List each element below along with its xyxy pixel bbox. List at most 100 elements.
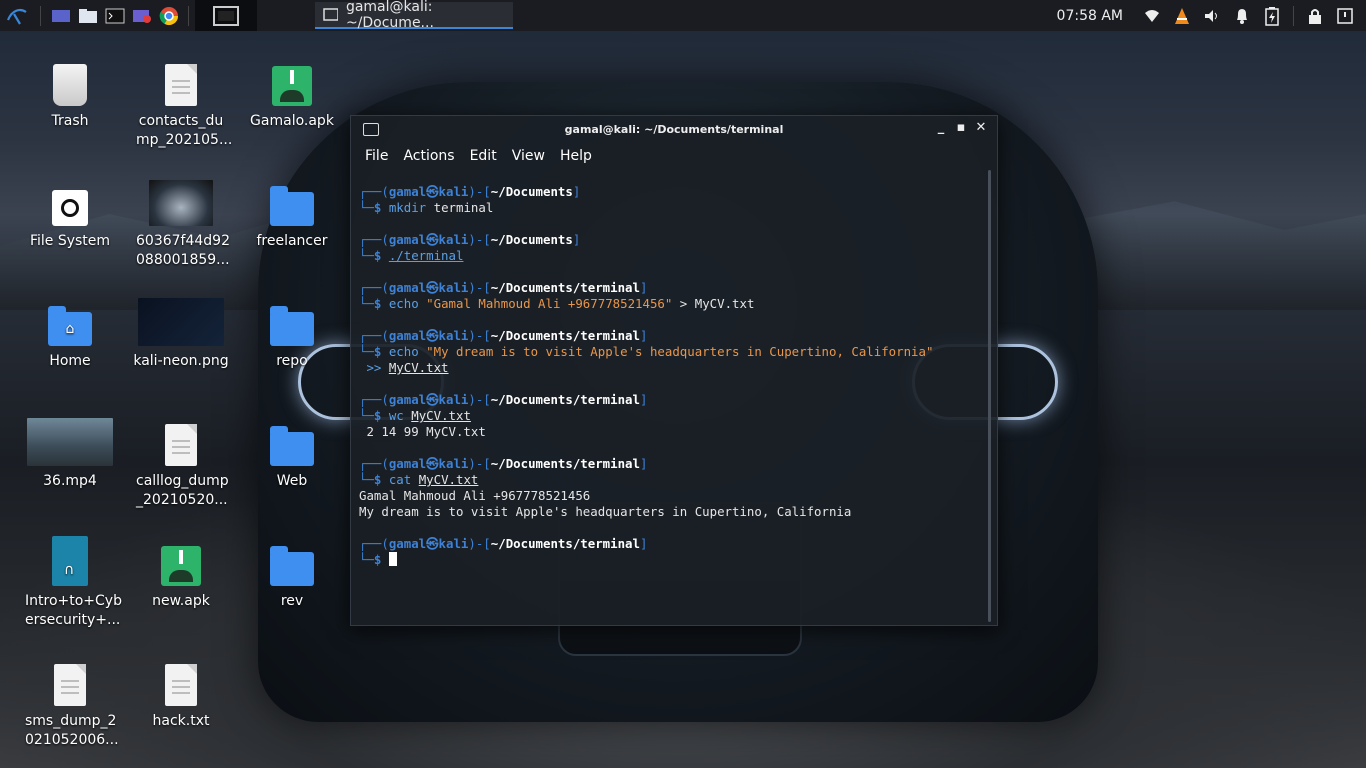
- command-args: terminal: [426, 200, 494, 215]
- bell-icon[interactable]: [1227, 0, 1257, 31]
- terminal-output[interactable]: ┌──(gamal㉿kali)-[~/Documents] └─$ mkdir t…: [359, 184, 983, 584]
- prompt-bracket: ]: [639, 536, 648, 551]
- prompt-host: kali: [438, 232, 469, 247]
- desktop-icon-freelancer[interactable]: freelancer: [237, 172, 347, 251]
- prompt-dollar: $: [373, 472, 389, 487]
- trash-icon: [15, 52, 125, 106]
- folder-icon: [237, 292, 347, 346]
- apk-icon: [237, 52, 347, 106]
- desktop-icon-label: File System: [29, 233, 111, 249]
- command-output: Gamal Mahmoud Ali +967778521456: [359, 488, 591, 503]
- desktop-icon-label: 60367f44d92 088001859...: [136, 233, 230, 268]
- file-manager-icon[interactable]: [74, 0, 101, 31]
- prompt-path: ~/Documents/terminal: [490, 328, 640, 343]
- desktop-icon-label: 36.mp4: [43, 473, 97, 489]
- ebook-icon: ∩: [15, 532, 125, 586]
- prompt-dollar: $: [373, 344, 389, 359]
- prompt-bracket: └─: [359, 296, 374, 311]
- terminal-block: ┌──(gamal㉿kali)-[~/Documents/terminal] └─…: [359, 456, 983, 520]
- menu-help[interactable]: Help: [560, 148, 592, 164]
- show-desktop-icon[interactable]: [47, 0, 74, 31]
- desktop-icon-new-apk[interactable]: new.apk: [126, 532, 236, 611]
- command-line: └─$ cat MyCV.txt: [359, 472, 983, 488]
- menu-file[interactable]: File: [365, 148, 388, 164]
- prompt-line: ┌──(gamal㉿kali)-[~/Documents]: [359, 184, 983, 200]
- prompt-bracket: ┌──(: [359, 536, 389, 551]
- prompt-bracket: ]: [572, 232, 581, 247]
- command-string: "My dream is to visit Apple's headquarte…: [426, 344, 934, 359]
- terminal-titlebar[interactable]: gamal@kali: ~/Documents/terminal _ ▪ ✕: [351, 116, 997, 143]
- vlc-icon[interactable]: [1167, 0, 1197, 31]
- desktop-icon-label: sms_dump_2 021052006...: [25, 713, 119, 748]
- clock[interactable]: 07:58 AM: [1057, 8, 1123, 24]
- prompt-bracket: )-[: [468, 184, 491, 199]
- prompt-line: ┌──(gamal㉿kali)-[~/Documents]: [359, 232, 983, 248]
- desktop-icon-home[interactable]: ⌂ Home: [15, 292, 125, 371]
- prompt-dollar: $: [373, 248, 389, 263]
- redirect: >: [672, 296, 695, 311]
- prompt-dollar: $: [373, 552, 389, 567]
- text-cursor: [388, 552, 397, 566]
- desktop-icon-label: hack.txt: [152, 713, 210, 729]
- terminal-block: ┌──(gamal㉿kali)-[~/Documents/terminal] └─…: [359, 328, 983, 376]
- desktop-icon-kali-neon[interactable]: kali-neon.png: [126, 292, 236, 371]
- prompt-host: kali: [438, 456, 469, 471]
- desktop-icon-web[interactable]: Web: [237, 412, 347, 491]
- maximize-icon[interactable]: ▪: [953, 120, 969, 138]
- command-line: └─$ echo "My dream is to visit Apple's h…: [359, 344, 983, 360]
- desktop-icon-label: Gamalo.apk: [250, 113, 334, 129]
- prompt-at: ㉿: [426, 456, 439, 471]
- terminal-window[interactable]: gamal@kali: ~/Documents/terminal _ ▪ ✕ F…: [350, 115, 998, 626]
- minimize-icon[interactable]: _: [933, 120, 949, 138]
- terminal-block: ┌──(gamal㉿kali)-[~/Documents] └─$ ./termi…: [359, 232, 983, 264]
- terminal-block: ┌──(gamal㉿kali)-[~/Documents/terminal] └─…: [359, 392, 983, 440]
- prompt-dollar: $: [373, 200, 389, 215]
- wifi-icon[interactable]: [1137, 0, 1167, 31]
- prompt-line: ┌──(gamal㉿kali)-[~/Documents/terminal]: [359, 536, 983, 552]
- volume-icon[interactable]: [1197, 0, 1227, 31]
- prompt-bracket: ┌──(: [359, 392, 389, 407]
- power-icon[interactable]: [1330, 0, 1360, 31]
- kali-menu-icon[interactable]: [0, 0, 34, 31]
- system-tray: 07:58 AM: [1057, 0, 1366, 31]
- screen-recorder-icon[interactable]: [128, 0, 155, 31]
- desktop-icon-calllog-dump[interactable]: calllog_dump _20210520...: [126, 412, 236, 510]
- menu-edit[interactable]: Edit: [470, 148, 497, 164]
- desktop-icon-car-image[interactable]: 60367f44d92 088001859...: [126, 172, 236, 270]
- prompt-bracket: ┌──(: [359, 456, 389, 471]
- desktop-icon-label: calllog_dump _20210520...: [136, 473, 229, 508]
- command: wc: [388, 408, 404, 423]
- workspace-switcher[interactable]: [195, 0, 257, 31]
- desktop-icon-intro-cybersecurity[interactable]: ∩ Intro+to+Cyb ersecurity+...: [15, 532, 125, 630]
- battery-icon[interactable]: [1257, 0, 1287, 31]
- desktop-icon-trash[interactable]: Trash: [15, 52, 125, 131]
- desktop-icon-hack-txt[interactable]: hack.txt: [126, 652, 236, 731]
- menu-view[interactable]: View: [512, 148, 545, 164]
- desktop-icon-repo[interactable]: repo: [237, 292, 347, 371]
- command-output: My dream is to visit Apple's headquarter…: [359, 504, 852, 519]
- prompt-path: ~/Documents/terminal: [490, 392, 640, 407]
- desktop-icon-gamalo-apk[interactable]: Gamalo.apk: [237, 52, 347, 131]
- desktop-icon-rev[interactable]: rev: [237, 532, 347, 611]
- desktop-icon-video[interactable]: 36.mp4: [15, 412, 125, 491]
- prompt-at: ㉿: [426, 392, 439, 407]
- terminal-scrollbar[interactable]: [988, 170, 991, 622]
- video-thumbnail: [15, 412, 125, 466]
- command: echo: [388, 344, 419, 359]
- prompt-bracket: └─: [359, 552, 374, 567]
- close-icon[interactable]: ✕: [973, 120, 989, 138]
- terminal-icon[interactable]: [101, 0, 128, 31]
- terminal-block: ┌──(gamal㉿kali)-[~/Documents/terminal] └─…: [359, 280, 983, 312]
- taskbar-terminal-button[interactable]: gamal@kali: ~/Docume...: [315, 0, 513, 31]
- desktop-icon-label: Intro+to+Cyb ersecurity+...: [25, 593, 122, 628]
- lock-icon[interactable]: [1300, 0, 1330, 31]
- menu-actions[interactable]: Actions: [403, 148, 454, 164]
- prompt-host: kali: [438, 392, 469, 407]
- desktop-icon-sms-dump[interactable]: sms_dump_2 021052006...: [15, 652, 125, 750]
- prompt-line: ┌──(gamal㉿kali)-[~/Documents/terminal]: [359, 280, 983, 296]
- desktop-icon-contacts-dump[interactable]: contacts_du mp_202105...: [126, 52, 236, 150]
- desktop-icon-file-system[interactable]: File System: [15, 172, 125, 251]
- prompt-line: ┌──(gamal㉿kali)-[~/Documents/terminal]: [359, 328, 983, 344]
- prompt-bracket: )-[: [468, 280, 491, 295]
- chrome-icon[interactable]: [155, 0, 182, 31]
